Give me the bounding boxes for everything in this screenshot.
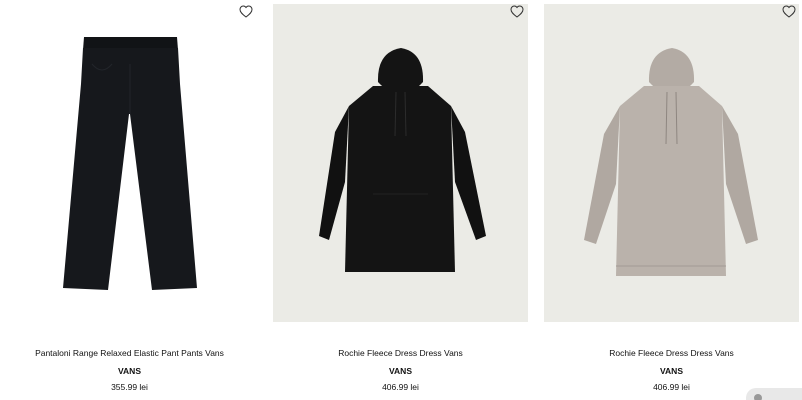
product-card[interactable]: Rochie Fleece Dress Dress Vans VANS 406.… (273, 0, 528, 400)
product-brand: VANS (389, 366, 412, 376)
heart-icon[interactable] (782, 5, 796, 18)
heart-icon[interactable] (239, 5, 253, 18)
product-brand: VANS (660, 366, 683, 376)
product-image[interactable] (544, 4, 799, 322)
chat-widget-button[interactable] (746, 388, 802, 400)
product-grid: Pantaloni Range Relaxed Elastic Pant Pan… (0, 0, 802, 400)
product-name[interactable]: Rochie Fleece Dress Dress Vans (273, 348, 528, 358)
product-image[interactable] (273, 4, 528, 322)
product-price: 355.99 lei (111, 382, 148, 392)
product-card[interactable]: Pantaloni Range Relaxed Elastic Pant Pan… (2, 0, 257, 400)
heart-icon[interactable] (510, 5, 524, 18)
chat-icon (754, 394, 762, 400)
product-name[interactable]: Rochie Fleece Dress Dress Vans (544, 348, 799, 358)
product-price: 406.99 lei (382, 382, 419, 392)
product-name[interactable]: Pantaloni Range Relaxed Elastic Pant Pan… (2, 348, 257, 358)
product-brand: VANS (118, 366, 141, 376)
product-card[interactable]: Rochie Fleece Dress Dress Vans VANS 406.… (544, 0, 799, 400)
product-image[interactable] (2, 4, 257, 322)
